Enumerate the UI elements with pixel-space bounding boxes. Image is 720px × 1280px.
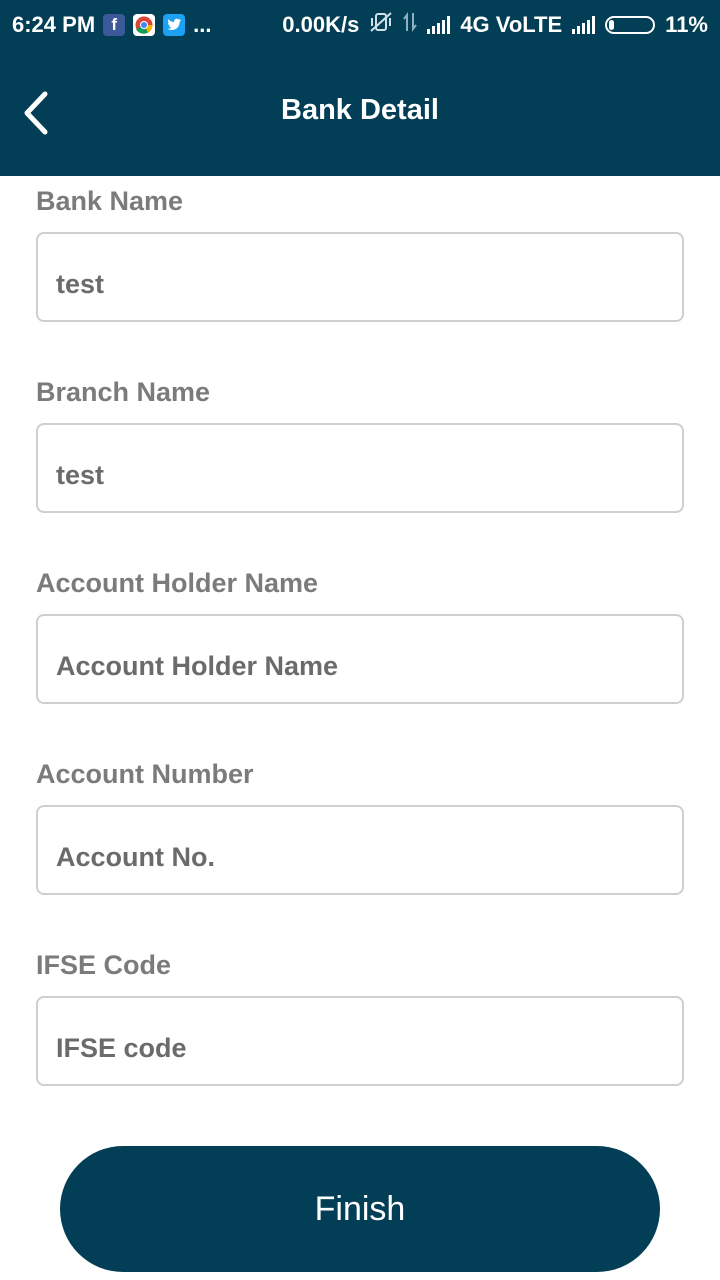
page-title: Bank Detail <box>281 94 439 126</box>
bank-detail-form: Bank Name Branch Name Account Holder Nam… <box>36 176 684 1131</box>
status-time: 6:24 PM <box>12 12 96 37</box>
account-holder-name-input[interactable] <box>36 614 684 704</box>
branch-name-field: Branch Name <box>36 367 684 558</box>
network-type: 4G VoLTE <box>460 12 563 37</box>
ifse-code-field: IFSE Code <box>36 940 684 1131</box>
status-bar: 6:24 PM f ... 0.00K/s 4G VoLTE 11% <box>0 0 720 50</box>
ifse-code-label: IFSE Code <box>36 950 172 980</box>
battery-fill <box>609 20 615 30</box>
bank-name-label: Bank Name <box>36 186 184 216</box>
bank-name-input[interactable] <box>36 232 684 322</box>
bank-name-field: Bank Name <box>36 176 684 367</box>
app-bar: Bank Detail <box>0 50 720 176</box>
data-arrows-icon <box>403 11 418 39</box>
battery-icon <box>605 16 656 34</box>
account-holder-name-field: Account Holder Name <box>36 558 684 749</box>
status-bar-left: 6:24 PM f ... <box>12 0 212 50</box>
net-speed: 0.00K/s <box>282 12 360 37</box>
branch-name-label: Branch Name <box>36 377 211 407</box>
twitter-icon <box>163 14 186 36</box>
signal-strength-icon-2 <box>572 16 596 34</box>
account-number-input[interactable] <box>36 805 684 895</box>
status-bar-right: 0.00K/s 4G VoLTE 11% <box>282 0 708 50</box>
account-holder-name-label: Account Holder Name <box>36 568 319 598</box>
account-number-label: Account Number <box>36 759 254 789</box>
vibrate-off-icon <box>369 11 393 39</box>
signal-strength-icon <box>427 16 451 34</box>
branch-name-input[interactable] <box>36 423 684 513</box>
account-number-field: Account Number <box>36 749 684 940</box>
finish-button[interactable]: Finish <box>60 1146 660 1272</box>
status-more-dots: ... <box>193 12 212 37</box>
ifse-code-input[interactable] <box>36 996 684 1086</box>
battery-percent: 11% <box>665 12 708 37</box>
chrome-icon <box>133 14 156 36</box>
facebook-icon: f <box>103 14 126 36</box>
